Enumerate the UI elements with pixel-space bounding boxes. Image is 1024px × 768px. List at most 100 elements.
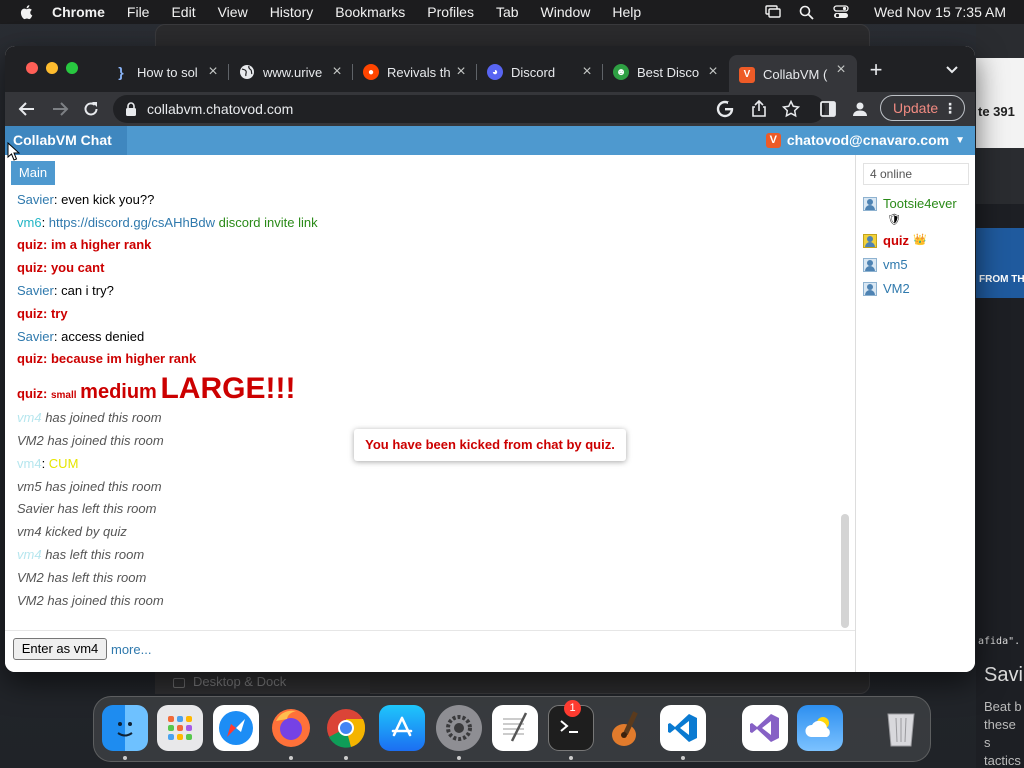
message-nick[interactable]: quiz [17,237,43,252]
chat-message: Savier: can i try? [17,283,114,298]
message-nick[interactable]: Savier [17,192,54,207]
forward-button[interactable] [48,97,72,121]
menu-tab[interactable]: Tab [496,4,519,20]
weather-icon[interactable] [797,705,843,751]
reload-button[interactable] [79,97,103,121]
menu-edit[interactable]: Edit [171,4,195,20]
bookmark-star-icon[interactable] [782,100,800,118]
tab-main[interactable]: Main [11,161,55,185]
scrollbar-thumb[interactable] [841,514,849,628]
chevron-down-icon[interactable] [945,64,959,76]
user-icon [863,282,877,296]
user-icon [863,197,877,211]
chrome-icon[interactable] [323,705,369,751]
bot-icon: ☻ [613,64,629,80]
side-panel-icon[interactable] [816,97,840,121]
trash-icon[interactable] [878,705,924,751]
system-message: VM2 has joined this room [17,593,164,608]
user-list-item[interactable]: vm5 [863,257,908,272]
invite-link[interactable]: https://discord.gg/csAHhBdw [49,215,215,230]
app-store-icon[interactable] [379,705,425,751]
message-nick[interactable]: quiz [17,260,43,275]
menu-profiles[interactable]: Profiles [427,4,474,20]
tab-how-to-solve[interactable]: } How to sol × [103,57,229,87]
minimize-window-button[interactable] [46,62,58,74]
textedit-icon[interactable] [492,705,538,751]
close-tab-icon[interactable]: × [453,64,469,80]
user-list-item[interactable]: VM2 [863,281,910,296]
crown-icon: 👑 [913,234,927,246]
firefox-icon[interactable] [268,705,314,751]
kick-notification: You have been kicked from chat by quiz. [354,429,626,461]
user-menu-button[interactable]: Vchatovod@cnavaro.com ▼ [765,126,965,155]
tab-discord[interactable]: ◕ Discord × [477,57,603,87]
screen-mirror-icon[interactable] [764,4,782,20]
chat-scrollbar[interactable] [841,158,849,628]
tab-collabvm[interactable]: V CollabVM ( × [729,55,857,92]
collabvm-icon: V [739,66,755,83]
menu-window[interactable]: Window [541,4,591,20]
browser-toolbar: collabvm.chatovod.com Update ⋮ [5,92,975,126]
online-count: 4 online [863,163,969,185]
garageband-icon[interactable] [604,705,650,751]
lock-icon[interactable] [125,102,137,116]
chat-log: Savier: even kick you?? vm6: https://dis… [17,186,837,618]
menu-history[interactable]: History [270,4,314,20]
back-button[interactable] [15,97,39,121]
profile-icon[interactable] [848,97,872,121]
visual-studio-icon[interactable] [742,705,788,751]
close-tab-icon[interactable]: × [833,62,849,78]
share-icon[interactable] [750,100,768,118]
menu-help[interactable]: Help [612,4,641,20]
message-nick[interactable]: quiz [17,351,43,366]
system-settings-icon[interactable] [436,705,482,751]
user-icon [863,234,877,248]
message-nick[interactable]: quiz [17,306,43,321]
apple-icon[interactable] [18,3,36,21]
close-tab-icon[interactable]: × [579,64,595,80]
message-nick[interactable]: Savier [17,283,54,298]
url-text: collabvm.chatovod.com [147,101,294,117]
menu-app-name[interactable]: Chrome [52,4,105,20]
enter-chat-button[interactable]: Enter as vm4 [13,638,107,660]
google-icon[interactable] [716,100,734,118]
vscode-icon[interactable] [660,705,706,751]
system-message: VM2 has joined this room [17,433,164,448]
menu-bookmarks[interactable]: Bookmarks [335,4,405,20]
address-bar[interactable]: collabvm.chatovod.com [113,95,825,123]
dock: 1 [93,696,931,762]
background-right-panel: te 391 FROM TH afida". Savi Beat b these… [976,24,1024,768]
user-list-item[interactable]: quiz 👑 [863,233,927,248]
control-center-icon[interactable] [832,4,850,20]
tab-urive[interactable]: www.urive × [229,57,353,87]
more-menu-icon[interactable]: ⋮ [943,96,957,120]
new-tab-button[interactable]: + [867,59,885,81]
menubar-clock[interactable]: Wed Nov 15 7:35 AM [874,4,1006,20]
tab-best-discord[interactable]: ☻ Best Disco × [603,57,729,87]
close-tab-icon[interactable]: × [329,64,345,80]
more-link[interactable]: more... [111,642,151,657]
finder-icon[interactable] [102,705,148,751]
system-message: vm5 has joined this room [17,479,162,494]
menu-view[interactable]: View [218,4,248,20]
close-window-button[interactable] [26,62,38,74]
discord-icon: ◕ [487,64,503,80]
search-icon[interactable] [798,4,816,20]
room-menu-button[interactable]: CollabVM Chat▼ [5,126,127,177]
menu-file[interactable]: File [127,4,150,20]
system-message: VM2 has left this room [17,570,147,585]
message-nick[interactable]: vm6 [17,215,42,230]
message-nick[interactable]: vm4 [17,456,42,471]
zoom-window-button[interactable] [66,62,78,74]
safari-icon[interactable] [213,705,259,751]
chat-page: CollabVM Chat▼ Vchatovod@cnavaro.com▼ Ma… [5,126,975,672]
launchpad-icon[interactable] [157,705,203,751]
close-tab-icon[interactable]: × [205,64,221,80]
tab-reddit[interactable]: ● Revivals th × [353,57,477,87]
user-list-item[interactable]: Tootsie4ever 🛡 [863,196,957,226]
close-tab-icon[interactable]: × [705,64,721,80]
message-nick[interactable]: quiz [17,386,43,401]
menu-bar: Chrome File Edit View History Bookmarks … [0,0,1024,24]
update-button[interactable]: Update ⋮ [880,95,965,121]
message-nick[interactable]: Savier [17,329,54,344]
